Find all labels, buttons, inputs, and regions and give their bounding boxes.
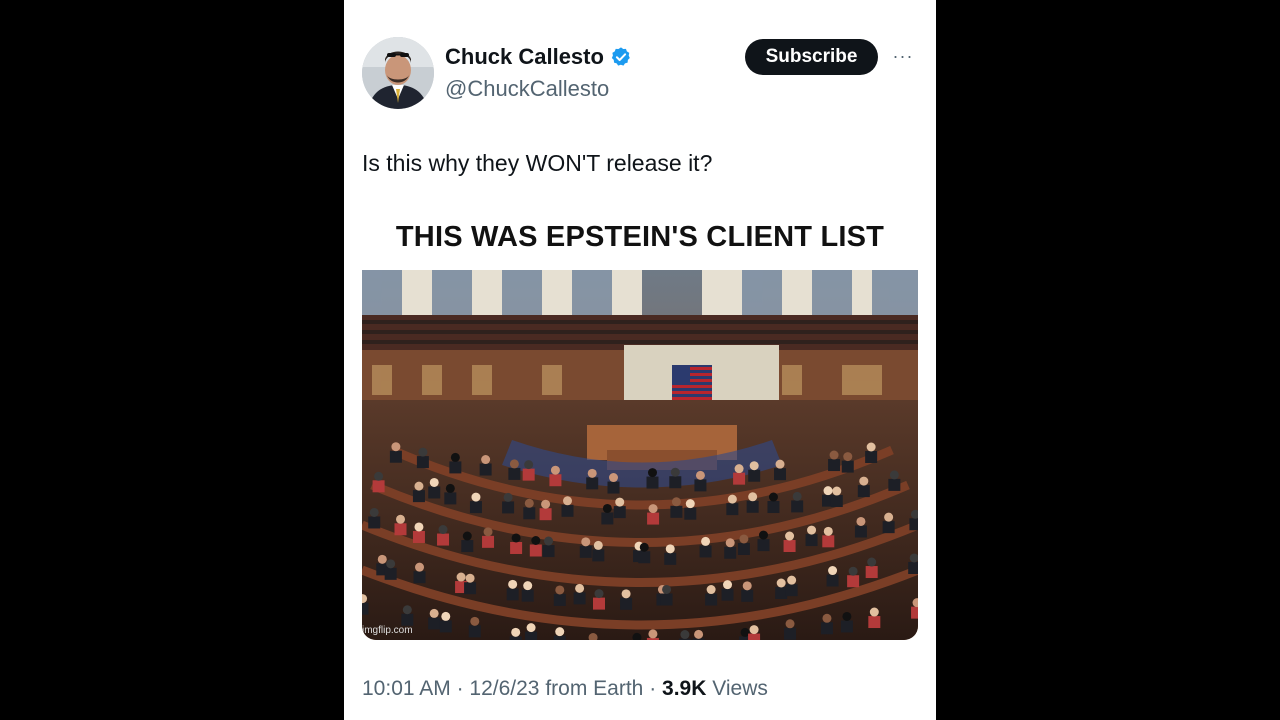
subscribe-button[interactable]: Subscribe xyxy=(745,39,878,75)
chamber-illustration xyxy=(362,270,918,640)
author-handle[interactable]: @ChuckCallesto xyxy=(445,76,609,102)
tweet-card: Chuck Callesto @ChuckCallesto Subscribe … xyxy=(344,0,936,720)
author-display-name[interactable]: Chuck Callesto xyxy=(445,44,604,70)
author-name-row[interactable]: Chuck Callesto xyxy=(445,44,632,70)
imgflip-watermark: imgflip.com xyxy=(362,625,413,636)
tweet-time[interactable]: 10:01 AM xyxy=(362,677,451,700)
tweet-media[interactable]: THIS WAS EPSTEIN'S CLIENT LIST imgflip.c… xyxy=(362,207,918,640)
more-horizontal-icon[interactable]: ··· xyxy=(890,46,916,66)
views-count[interactable]: 3.9K xyxy=(662,677,706,700)
meta-separator: · xyxy=(450,677,470,700)
tweet-text: Is this why they WON'T release it? xyxy=(362,150,713,176)
avatar[interactable] xyxy=(362,37,434,109)
tweet-date[interactable]: 12/6/23 xyxy=(469,677,539,700)
chamber-photo: imgflip.com xyxy=(362,270,918,640)
meme-caption: THIS WAS EPSTEIN'S CLIENT LIST xyxy=(395,221,885,253)
tweet-source: from Earth xyxy=(539,677,644,700)
tweet-meta: 10:01 AM · 12/6/23 from Earth · 3.9K Vie… xyxy=(362,677,768,701)
views-label: Views xyxy=(706,677,768,700)
meta-separator: · xyxy=(643,677,663,700)
verified-badge-icon xyxy=(611,47,630,66)
avatar-image xyxy=(362,37,434,109)
